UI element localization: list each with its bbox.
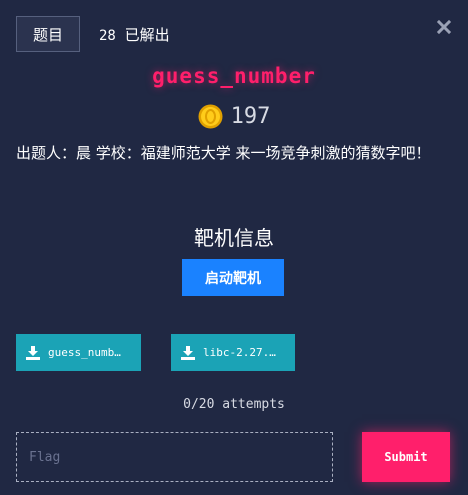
solves-label: 已解出 [124, 26, 170, 44]
solves-indicator: 28 已解出 [99, 24, 170, 45]
challenge-title: guess_number [152, 64, 316, 88]
challenge-description: 出题人：晨 学校：福建师范大学 来一场竞争刺激的猜数字吧！ [16, 144, 431, 162]
file-download-button[interactable]: libc-2.27.… [171, 334, 295, 371]
submit-button[interactable]: Submit [362, 432, 450, 482]
close-icon[interactable] [437, 20, 451, 34]
instance-section-title: 靶机信息 [194, 226, 274, 250]
flag-input[interactable] [16, 432, 333, 482]
attempts-counter: 0/20 attempts [183, 397, 285, 412]
tab-challenge[interactable]: 题目 [16, 16, 80, 52]
challenge-modal: 题目 28 已解出 guess_number 197 出题人：晨 学校：福建师范… [0, 0, 468, 495]
coin-icon [198, 104, 223, 128]
start-instance-button[interactable]: 启动靶机 [182, 259, 284, 296]
solves-count: 28 [99, 28, 116, 44]
challenge-points: 197 [0, 102, 468, 130]
download-icon [181, 345, 195, 360]
points-value: 197 [230, 103, 271, 129]
file-name: libc-2.27.… [203, 346, 276, 359]
file-name: guess_numb… [48, 346, 121, 359]
download-icon [26, 345, 40, 360]
file-download-button[interactable]: guess_numb… [16, 334, 141, 371]
